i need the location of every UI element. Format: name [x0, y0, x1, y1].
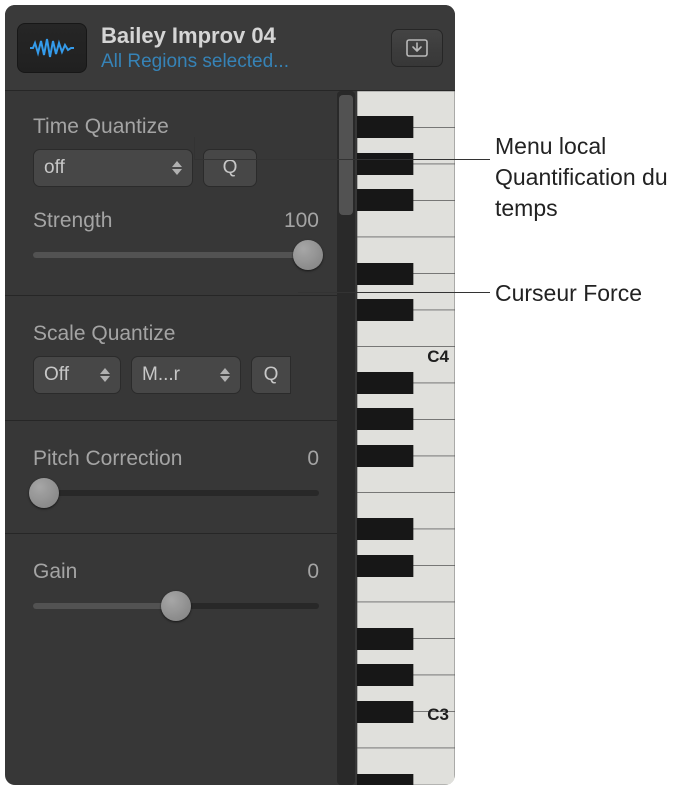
pitch-correction-slider[interactable] [33, 479, 319, 507]
callout-line [194, 137, 195, 159]
time-quantize-label: Time Quantize [33, 115, 319, 139]
region-subtitle[interactable]: All Regions selected... [101, 51, 381, 73]
piano-label-c4: C4 [427, 347, 449, 367]
annotation-time-quantize: Menu local Quantification du temps [495, 131, 690, 224]
inspector-panel: Bailey Improv 04 All Regions selected...… [5, 5, 455, 785]
strength-value[interactable]: 100 [284, 209, 319, 233]
pitch-correction-value[interactable]: 0 [307, 447, 319, 471]
vertical-scrollbar[interactable] [337, 91, 355, 785]
piano-keyboard[interactable]: C4 C3 [357, 91, 455, 785]
gain-slider[interactable] [33, 592, 319, 620]
slider-thumb[interactable] [29, 478, 59, 508]
callout-line [298, 292, 490, 293]
section-divider [5, 420, 337, 421]
section-divider [5, 295, 337, 296]
updown-icon [100, 368, 110, 382]
slider-thumb[interactable] [293, 240, 323, 270]
gain-value[interactable]: 0 [307, 560, 319, 584]
quantize-button[interactable]: Q [203, 149, 257, 187]
scale-key-menu[interactable]: Off [33, 356, 121, 394]
audio-waveform-icon [30, 37, 74, 59]
scale-q-button[interactable]: Q [251, 356, 291, 394]
inspector-column: Time Quantize off Q Strength 100 [5, 91, 337, 785]
annotation-strength: Curseur Force [495, 278, 690, 309]
region-title: Bailey Improv 04 [101, 23, 381, 49]
download-box-icon [406, 39, 428, 57]
panel-header: Bailey Improv 04 All Regions selected... [5, 5, 455, 91]
pitch-correction-label: Pitch Correction [33, 447, 182, 471]
gain-label: Gain [33, 560, 77, 584]
updown-icon [220, 368, 230, 382]
track-type-button[interactable] [17, 23, 87, 73]
piano-label-c3: C3 [427, 705, 449, 725]
slider-thumb[interactable] [161, 591, 191, 621]
scale-type-menu[interactable]: M...r [131, 356, 241, 394]
scale-quantize-label: Scale Quantize [33, 322, 319, 346]
callout-line [194, 159, 490, 160]
updown-icon [172, 161, 182, 175]
piano-area: C4 C3 [337, 91, 455, 785]
strength-label: Strength [33, 209, 112, 233]
title-block: Bailey Improv 04 All Regions selected... [97, 23, 381, 73]
time-quantize-value: off [44, 157, 65, 179]
section-divider [5, 533, 337, 534]
panel-content: Time Quantize off Q Strength 100 [5, 91, 455, 785]
time-quantize-menu[interactable]: off [33, 149, 193, 187]
strength-slider[interactable] [33, 241, 319, 269]
scrollbar-thumb[interactable] [339, 95, 353, 215]
catch-menu-button[interactable] [391, 29, 443, 67]
